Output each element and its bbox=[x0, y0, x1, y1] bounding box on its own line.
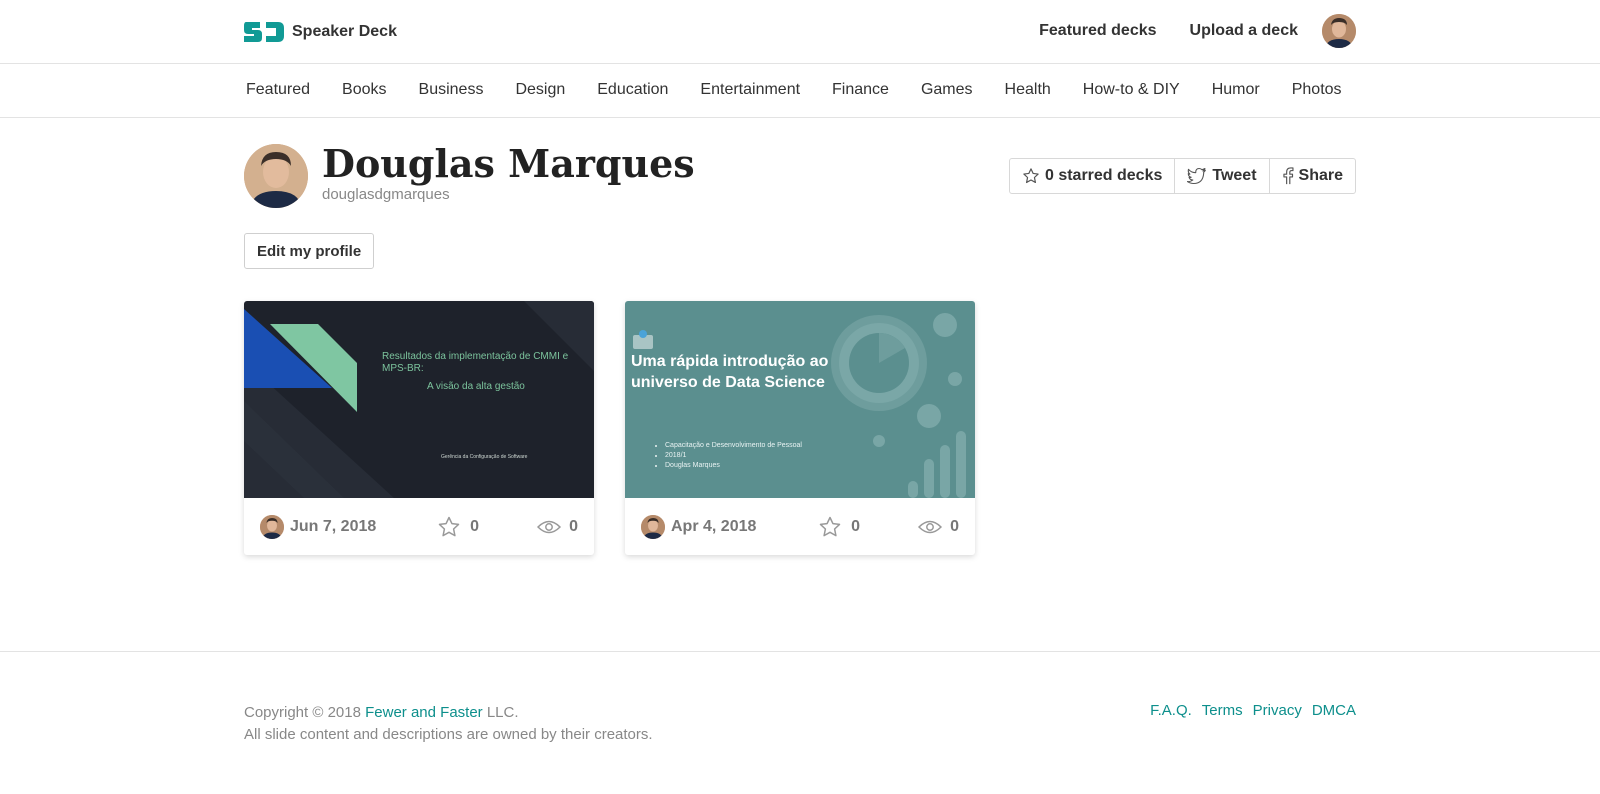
deck-card[interactable]: Resultados da implementação de CMMI e MP… bbox=[244, 301, 594, 555]
deck-star-count: 0 bbox=[470, 517, 479, 535]
category-games[interactable]: Games bbox=[921, 81, 973, 99]
category-humor[interactable]: Humor bbox=[1212, 81, 1260, 99]
copyright-prefix: Copyright © 2018 bbox=[244, 704, 366, 721]
avatar-portrait-icon bbox=[260, 514, 284, 539]
deck-stars[interactable]: 0 bbox=[437, 515, 537, 539]
deck-date: Jun 7, 2018 bbox=[290, 517, 377, 535]
avatar-portrait-icon bbox=[244, 144, 308, 208]
slide-bullet: 2018/1 bbox=[665, 451, 802, 461]
speakerdeck-logo-icon bbox=[244, 22, 284, 42]
category-health[interactable]: Health bbox=[1005, 81, 1051, 99]
slide-artwork bbox=[244, 301, 594, 498]
faq-link[interactable]: F.A.Q. bbox=[1150, 702, 1192, 719]
tweet-button[interactable]: Tweet bbox=[1174, 159, 1268, 193]
star-icon bbox=[1023, 168, 1039, 184]
slide-subtitle: A visão da alta gestão bbox=[427, 381, 525, 392]
category-list: Featured Books Business Design Education… bbox=[246, 81, 1374, 99]
deck-view-count: 0 bbox=[569, 517, 578, 535]
slide-title: Uma rápida introdução ao universo de Dat… bbox=[631, 353, 829, 391]
deck-thumbnail[interactable]: Resultados da implementação de CMMI e MP… bbox=[244, 301, 594, 498]
category-entertainment[interactable]: Entertainment bbox=[700, 81, 800, 99]
deck-views: 0 bbox=[918, 518, 959, 536]
tweet-label: Tweet bbox=[1212, 167, 1257, 184]
avatar-portrait-icon bbox=[641, 514, 665, 539]
category-education[interactable]: Education bbox=[597, 81, 668, 99]
upload-deck-link[interactable]: Upload a deck bbox=[1190, 22, 1298, 40]
slide-bullet: Capacitação e Desenvolvimento de Pessoal bbox=[665, 441, 802, 451]
category-nav: Featured Books Business Design Education… bbox=[0, 64, 1600, 118]
deck-views: 0 bbox=[537, 518, 578, 536]
avatar-portrait-icon bbox=[1322, 14, 1356, 48]
twitter-icon bbox=[1187, 167, 1207, 185]
company-link[interactable]: Fewer and Faster bbox=[365, 704, 483, 721]
facebook-icon bbox=[1282, 167, 1294, 185]
share-label: Share bbox=[1298, 167, 1343, 184]
deck-date: Apr 4, 2018 bbox=[671, 517, 757, 535]
profile-avatar bbox=[244, 144, 308, 208]
slide-title: Resultados da implementação de CMMI e MP… bbox=[382, 351, 569, 374]
dmca-link[interactable]: DMCA bbox=[1312, 702, 1356, 719]
eye-icon bbox=[918, 520, 943, 533]
share-button[interactable]: Share bbox=[1268, 159, 1355, 193]
top-header: Speaker Deck Featured decks Upload a dec… bbox=[0, 0, 1600, 64]
profile-header: Douglas Marques douglasdgmarques bbox=[244, 141, 695, 208]
edit-profile-button[interactable]: Edit my profile bbox=[244, 233, 375, 269]
logo-link[interactable]: Speaker Deck bbox=[244, 19, 397, 45]
category-business[interactable]: Business bbox=[419, 81, 484, 99]
eye-icon bbox=[537, 520, 562, 533]
slide-footer: Gerência da Configuração de Software bbox=[441, 454, 528, 460]
starred-decks-button[interactable]: 0 starred decks bbox=[1010, 159, 1174, 193]
deck-thumbnail[interactable]: Uma rápida introdução ao universo de Dat… bbox=[625, 301, 975, 498]
featured-decks-link[interactable]: Featured decks bbox=[1039, 22, 1156, 40]
profile-text: Douglas Marques douglasdgmarques bbox=[322, 141, 695, 208]
ownership-note: All slide content and descriptions are o… bbox=[244, 726, 653, 743]
deck-view-count: 0 bbox=[950, 517, 959, 535]
profile-actions: 0 starred decks Tweet Share bbox=[1008, 158, 1356, 194]
deck-card[interactable]: Uma rápida introdução ao universo de Dat… bbox=[625, 301, 975, 555]
category-how-to-diy[interactable]: How-to & DIY bbox=[1083, 81, 1180, 99]
profile-username: douglasdgmarques bbox=[322, 186, 450, 203]
deck-star-count: 0 bbox=[851, 517, 860, 535]
deck-meta: Apr 4, 2018 0 0 bbox=[625, 498, 975, 555]
slide-bullets: Capacitação e Desenvolvimento de Pessoal… bbox=[665, 441, 802, 471]
top-links: Featured decks Upload a deck bbox=[1006, 14, 1356, 48]
category-finance[interactable]: Finance bbox=[832, 81, 889, 99]
copyright-suffix: LLC. bbox=[482, 704, 519, 721]
slide-bullet: Douglas Marques bbox=[665, 461, 802, 471]
category-books[interactable]: Books bbox=[342, 81, 386, 99]
deck-author-avatar[interactable] bbox=[641, 514, 665, 539]
category-design[interactable]: Design bbox=[515, 81, 565, 99]
page-footer: Copyright © 2018 Fewer and Faster LLC. A… bbox=[0, 651, 1600, 794]
category-featured[interactable]: Featured bbox=[246, 81, 310, 99]
footer-copyright: Copyright © 2018 Fewer and Faster LLC. A… bbox=[244, 702, 653, 746]
profile-name: Douglas Marques bbox=[322, 141, 695, 186]
deck-stars[interactable]: 0 bbox=[818, 515, 918, 539]
terms-link[interactable]: Terms bbox=[1202, 702, 1243, 719]
star-icon bbox=[819, 516, 841, 536]
star-icon bbox=[438, 516, 460, 536]
footer-links: F.A.Q. Terms Privacy DMCA bbox=[1140, 702, 1356, 719]
copyright-line: Copyright © 2018 Fewer and Faster LLC. bbox=[244, 702, 653, 724]
deck-author-avatar[interactable] bbox=[260, 514, 284, 539]
deck-meta: Jun 7, 2018 0 0 bbox=[244, 498, 594, 555]
category-photos[interactable]: Photos bbox=[1292, 81, 1342, 99]
privacy-link[interactable]: Privacy bbox=[1253, 702, 1302, 719]
user-avatar[interactable] bbox=[1322, 14, 1356, 48]
starred-decks-label: 0 starred decks bbox=[1044, 167, 1163, 184]
brand-name: Speaker Deck bbox=[292, 23, 397, 40]
